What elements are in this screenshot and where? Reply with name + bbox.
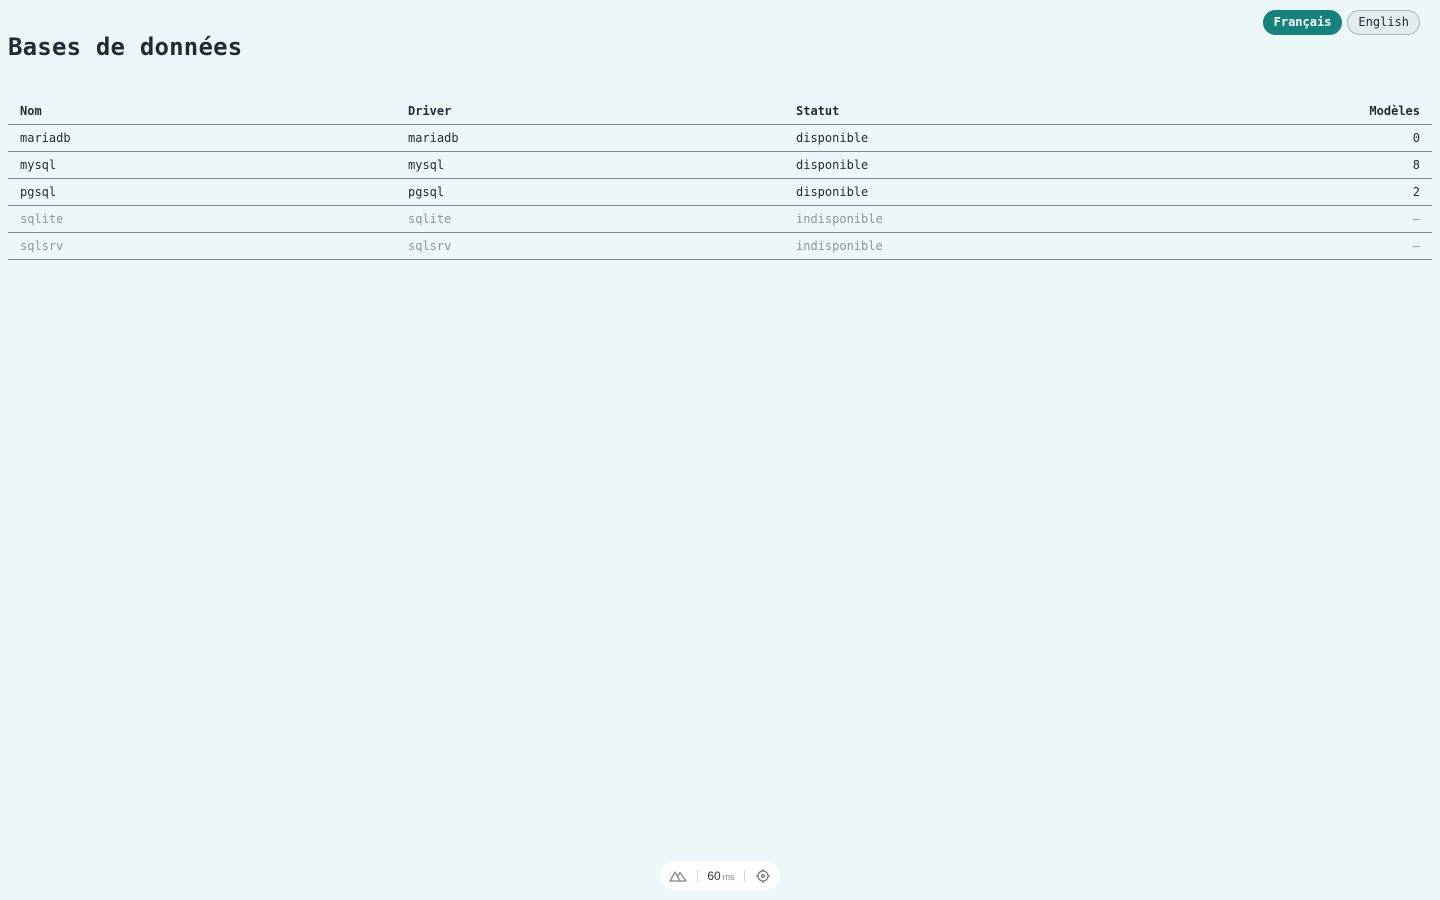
column-header-name[interactable]: Nom xyxy=(8,97,396,125)
language-switch: Français English xyxy=(1262,10,1420,35)
cell-status: indisponible xyxy=(784,232,1172,260)
render-time-unit: ms xyxy=(722,871,735,882)
divider xyxy=(744,869,746,882)
databases-table: Nom Driver Statut Modèles mariadb mariad… xyxy=(8,97,1432,260)
column-header-models[interactable]: Modèles xyxy=(1172,97,1432,125)
page-title: Bases de données xyxy=(8,33,243,61)
lang-button-francais[interactable]: Français xyxy=(1262,10,1343,35)
render-time[interactable]: 60 ms xyxy=(707,869,734,883)
cell-driver: pgsql xyxy=(396,178,784,206)
cell-driver: mariadb xyxy=(396,124,784,152)
lang-button-english[interactable]: English xyxy=(1347,10,1420,35)
column-header-status[interactable]: Statut xyxy=(784,97,1172,125)
cell-name: sqlite xyxy=(8,205,396,233)
table-row[interactable]: mysql mysql disponible 8 xyxy=(8,151,1432,179)
cell-status: disponible xyxy=(784,178,1172,206)
table-header-row: Nom Driver Statut Modèles xyxy=(8,97,1432,125)
table-row[interactable]: sqlite sqlite indisponible — xyxy=(8,205,1432,233)
crosshair-icon[interactable] xyxy=(755,868,771,884)
cell-driver: mysql xyxy=(396,151,784,179)
cell-models: 8 xyxy=(1172,151,1432,179)
cell-name: mariadb xyxy=(8,124,396,152)
cell-status: indisponible xyxy=(784,205,1172,233)
page: Français English Bases de données Nom Dr… xyxy=(0,0,1440,900)
render-time-value: 60 xyxy=(707,868,721,883)
divider xyxy=(696,869,698,882)
cell-models: 2 xyxy=(1172,178,1432,206)
cell-models: — xyxy=(1172,205,1432,233)
cell-name: mysql xyxy=(8,151,396,179)
table-row[interactable]: sqlsrv sqlsrv indisponible — xyxy=(8,232,1432,260)
cell-driver: sqlite xyxy=(396,205,784,233)
cell-status: disponible xyxy=(784,151,1172,179)
cell-name: sqlsrv xyxy=(8,232,396,260)
table-row[interactable]: pgsql pgsql disponible 2 xyxy=(8,178,1432,206)
nuxt-logo-icon[interactable] xyxy=(669,870,687,882)
column-header-driver[interactable]: Driver xyxy=(396,97,784,125)
cell-driver: sqlsrv xyxy=(396,232,784,260)
cell-status: disponible xyxy=(784,124,1172,152)
devtools-bar: 60 ms xyxy=(660,861,780,890)
table-row[interactable]: mariadb mariadb disponible 0 xyxy=(8,124,1432,152)
cell-name: pgsql xyxy=(8,178,396,206)
cell-models: — xyxy=(1172,232,1432,260)
cell-models: 0 xyxy=(1172,124,1432,152)
